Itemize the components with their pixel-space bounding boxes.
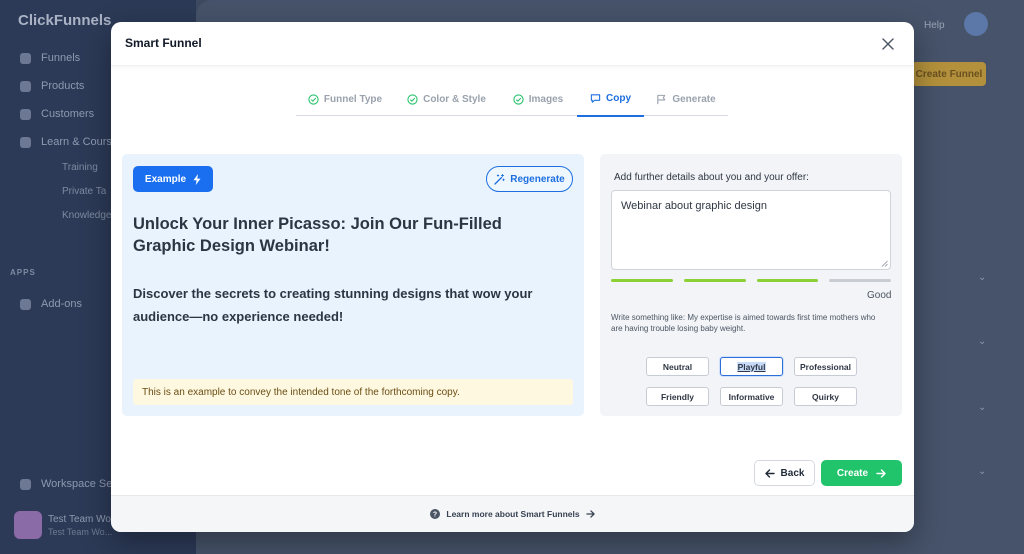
tone-option-professional[interactable]: Professional bbox=[794, 357, 857, 376]
background-nav-item: Products bbox=[20, 80, 84, 92]
background-chevron-icon: ⌄ bbox=[978, 336, 987, 347]
background-user-name: Test Team Wo bbox=[48, 514, 111, 525]
background-logo: ClickFunnels bbox=[18, 12, 112, 29]
flag-icon bbox=[657, 94, 666, 104]
check-circle-icon bbox=[308, 93, 319, 105]
strength-segment bbox=[683, 279, 746, 282]
tone-option-label: Quirky bbox=[812, 391, 839, 402]
background-chevron-icon: ⌄ bbox=[978, 466, 987, 477]
back-label: Back bbox=[780, 467, 805, 479]
details-label: Add further details about you and your o… bbox=[614, 172, 809, 183]
background-create-button: Create Funnel bbox=[912, 62, 986, 86]
modal-title: Smart Funnel bbox=[125, 36, 202, 50]
strength-meter bbox=[611, 279, 891, 283]
details-panel: Add further details about you and your o… bbox=[600, 154, 902, 416]
example-note: This is an example to convey the intende… bbox=[133, 379, 573, 405]
background-avatar-badge bbox=[964, 12, 988, 36]
check-circle-icon bbox=[407, 93, 418, 105]
background-nav-item: Learn & Courses bbox=[20, 136, 124, 148]
step-copy[interactable]: Copy bbox=[577, 82, 644, 117]
example-headline: Unlock Your Inner Picasso: Join Our Fun-… bbox=[133, 215, 502, 255]
step-label: Funnel Type bbox=[323, 93, 383, 105]
details-value: Webinar about graphic design bbox=[621, 200, 767, 212]
learn-more-link[interactable]: ? Learn more about Smart Funnels bbox=[430, 509, 595, 519]
tone-option-label: Professional bbox=[799, 361, 852, 372]
step-label: Copy bbox=[606, 93, 631, 104]
background-section-label: APPS bbox=[10, 268, 36, 277]
background-subnav-item: Private Ta bbox=[62, 186, 107, 197]
background-chevron-icon: ⌄ bbox=[978, 272, 987, 283]
tone-option-friendly[interactable]: Friendly bbox=[646, 387, 709, 406]
create-label: Create bbox=[836, 467, 869, 479]
regenerate-label: Regenerate bbox=[510, 173, 565, 185]
regenerate-button[interactable]: Regenerate bbox=[486, 166, 573, 192]
svg-text:?: ? bbox=[433, 512, 437, 519]
check-circle-icon bbox=[513, 93, 524, 105]
step-color-style[interactable]: Color & Style bbox=[394, 82, 499, 116]
wizard-steps: Funnel Type Color & Style Images Copy Ge… bbox=[296, 82, 728, 117]
modal-footer: ? Learn more about Smart Funnels bbox=[111, 495, 914, 532]
strength-segment bbox=[756, 279, 819, 282]
tone-option-neutral[interactable]: Neutral bbox=[646, 357, 709, 376]
smart-funnel-modal: Smart Funnel Funnel Type Color & Style I… bbox=[111, 22, 914, 532]
arrow-right-icon bbox=[585, 510, 595, 518]
background-subnav-item: Training bbox=[62, 162, 98, 173]
background-nav-item: Funnels bbox=[20, 52, 80, 64]
back-button[interactable]: Back bbox=[754, 460, 815, 486]
create-button[interactable]: Create bbox=[821, 460, 902, 486]
tone-option-label: Friendly bbox=[660, 391, 695, 402]
close-button[interactable] bbox=[879, 35, 897, 53]
example-subheadline: Discover the secrets to creating stunnin… bbox=[133, 286, 533, 324]
resize-handle-icon[interactable] bbox=[881, 260, 888, 267]
tone-option-label: Informative bbox=[728, 391, 775, 402]
tone-options: Neutral Playful Professional Friendly Inform… bbox=[646, 357, 857, 406]
lightning-icon bbox=[193, 173, 201, 185]
example-button-label: Example bbox=[144, 173, 187, 185]
strength-segment bbox=[611, 279, 673, 282]
step-label: Generate bbox=[672, 93, 716, 105]
background-nav-item: Customers bbox=[20, 108, 94, 120]
step-label: Images bbox=[528, 93, 564, 105]
step-funnel-type[interactable]: Funnel Type bbox=[296, 82, 394, 116]
help-circle-icon: ? bbox=[430, 509, 441, 519]
arrow-right-icon bbox=[876, 468, 886, 478]
background-subnav-item: Knowledge bbox=[62, 210, 112, 221]
background-user-sub: Test Team Wo... bbox=[48, 527, 113, 537]
details-hint: Write something like: My expertise is ai… bbox=[611, 313, 876, 333]
arrow-left-icon bbox=[764, 468, 775, 478]
example-panel: Example Regenerate Unlock Your Inner Pic… bbox=[122, 154, 584, 416]
magic-wand-icon bbox=[494, 173, 506, 185]
background-app-item: Add-ons bbox=[20, 298, 82, 310]
strength-segment bbox=[829, 279, 891, 282]
background-help: Help bbox=[924, 20, 945, 31]
background-chevron-icon: ⌄ bbox=[978, 402, 987, 413]
example-button[interactable]: Example bbox=[133, 166, 213, 192]
background-avatar bbox=[14, 511, 42, 539]
modal-header: Smart Funnel bbox=[111, 22, 914, 66]
tone-option-quirky[interactable]: Quirky bbox=[794, 387, 857, 406]
tone-option-playful[interactable]: Playful bbox=[720, 357, 783, 376]
step-images[interactable]: Images bbox=[499, 82, 577, 116]
close-icon bbox=[882, 38, 894, 50]
strength-label: Good bbox=[867, 290, 892, 301]
tone-option-label: Neutral bbox=[662, 361, 693, 372]
step-generate[interactable]: Generate bbox=[644, 82, 728, 116]
learn-more-label: Learn more about Smart Funnels bbox=[446, 509, 580, 519]
tone-option-informative[interactable]: Informative bbox=[720, 387, 783, 406]
step-label: Color & Style bbox=[423, 93, 486, 105]
chat-icon bbox=[590, 94, 601, 103]
details-textarea[interactable]: Webinar about graphic design bbox=[611, 190, 891, 270]
tone-option-label: Playful bbox=[736, 361, 767, 372]
